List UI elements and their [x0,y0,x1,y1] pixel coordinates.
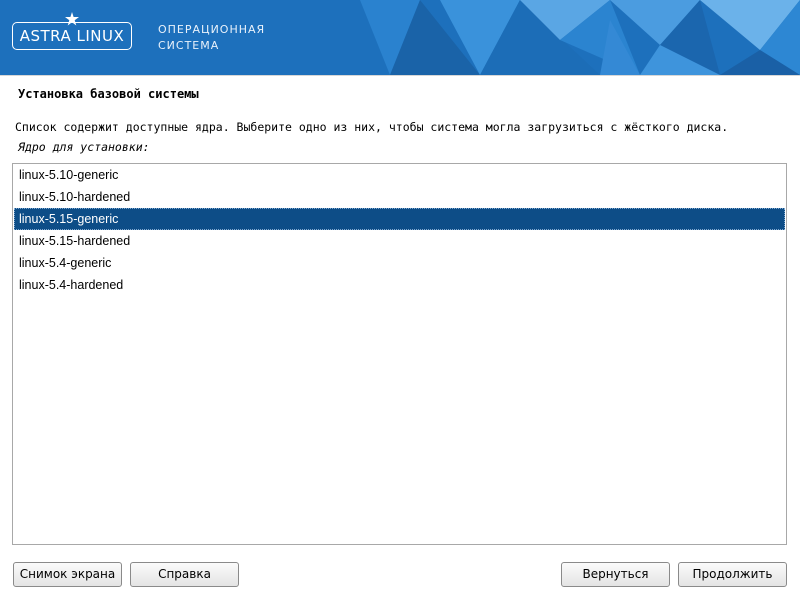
help-button[interactable]: Справка [130,562,239,587]
header-banner: ASTRA LINUX ОПЕРАЦИОННАЯ СИСТЕМА [0,0,800,75]
kernel-option[interactable]: linux-5.10-generic [14,164,785,186]
kernel-option[interactable]: linux-5.4-hardened [14,274,785,296]
os-tagline: ОПЕРАЦИОННАЯ СИСТЕМА [158,22,265,54]
tagline-line-1: ОПЕРАЦИОННАЯ [158,23,266,36]
kernel-option[interactable]: linux-5.15-hardened [14,230,785,252]
astra-linux-logo: ASTRA LINUX [12,22,132,50]
tagline-line-2: СИСТЕМА [158,39,220,52]
page-description: Список содержит доступные ядра. Выберите… [15,120,729,134]
header-divider [0,75,800,76]
page-title: Установка базовой системы [18,87,199,101]
kernel-option-selected[interactable]: linux-5.15-generic [14,208,785,230]
logo-text: ASTRA LINUX [19,27,125,45]
kernel-list[interactable]: linux-5.10-generic linux-5.10-hardened l… [12,163,787,545]
kernel-option[interactable]: linux-5.4-generic [14,252,785,274]
kernel-prompt: Ядро для установки: [18,140,150,154]
screenshot-button[interactable]: Снимок экрана [13,562,122,587]
back-button[interactable]: Вернуться [561,562,670,587]
continue-button[interactable]: Продолжить [678,562,787,587]
kernel-option[interactable]: linux-5.10-hardened [14,186,785,208]
